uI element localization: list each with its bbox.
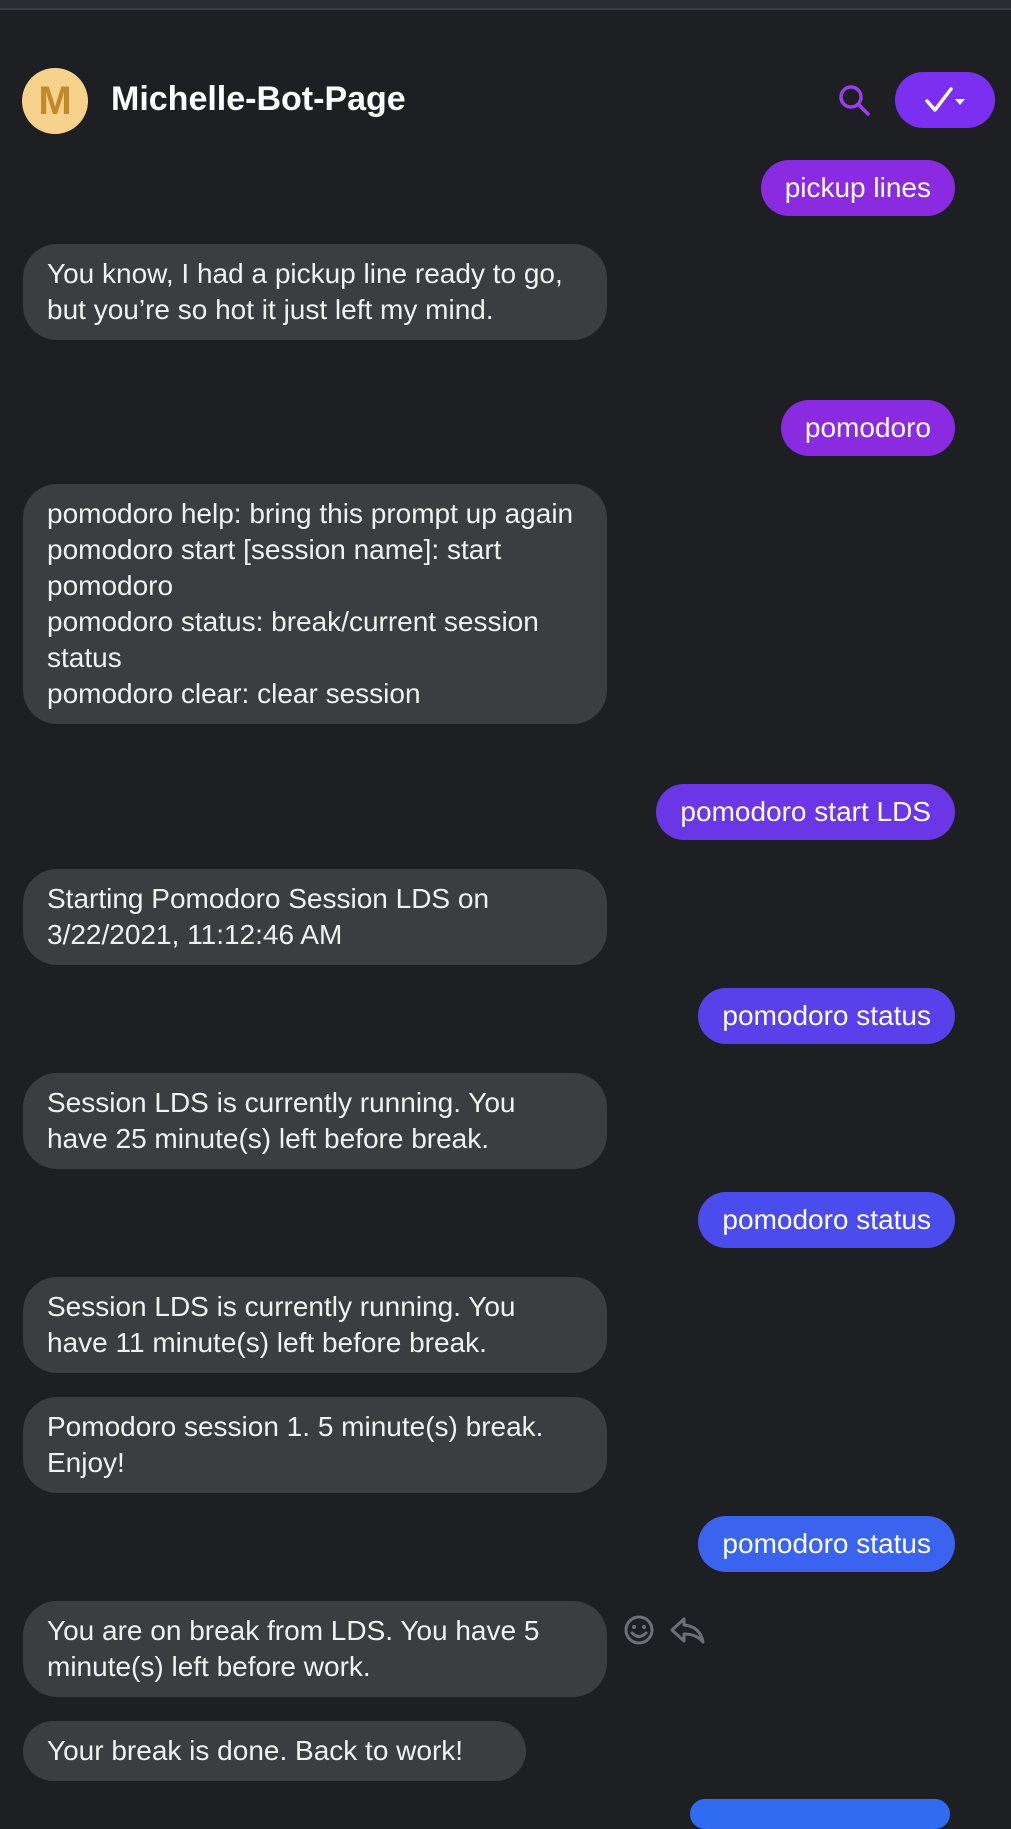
bot-message[interactable]: Starting Pomodoro Session LDS on 3/22/20… — [23, 869, 607, 965]
chat-title: Michelle-Bot-Page — [111, 80, 406, 118]
avatar[interactable]: M — [22, 68, 88, 134]
user-message[interactable]: pickup lines — [760, 160, 955, 216]
check-dropdown-icon — [925, 87, 965, 112]
bot-message[interactable]: You know, I had a pickup line ready to g… — [23, 244, 607, 340]
bot-message[interactable]: You are on break from LDS. You have 5 mi… — [23, 1601, 607, 1697]
user-message[interactable]: pomodoro status — [698, 1192, 955, 1248]
user-message[interactable]: pomodoro start LDS — [656, 784, 955, 840]
bot-message[interactable]: Your break is done. Back to work! — [23, 1721, 526, 1781]
check-menu-button[interactable] — [895, 72, 995, 128]
user-message[interactable]: pomodoro status — [698, 1516, 955, 1572]
bot-message[interactable]: Session LDS is currently running. You ha… — [23, 1277, 607, 1373]
user-message[interactable]: pomodoro status — [698, 988, 955, 1044]
bot-message[interactable]: Pomodoro session 1. 5 minute(s) break. E… — [23, 1397, 607, 1493]
bot-message[interactable]: pomodoro help: bring this prompt up agai… — [23, 484, 607, 724]
user-message[interactable]: pomodoro — [780, 400, 955, 456]
search-icon — [839, 85, 870, 116]
bot-message[interactable]: Session LDS is currently running. You ha… — [23, 1073, 607, 1169]
window-top-edge — [0, 0, 1011, 10]
message-actions — [622, 1612, 706, 1648]
user-message-partial[interactable] — [690, 1799, 950, 1829]
search-button[interactable] — [832, 78, 876, 122]
reply-icon[interactable] — [668, 1613, 706, 1647]
emoji-icon[interactable] — [622, 1613, 656, 1647]
chat-header: M Michelle-Bot-Page — [0, 60, 1011, 140]
